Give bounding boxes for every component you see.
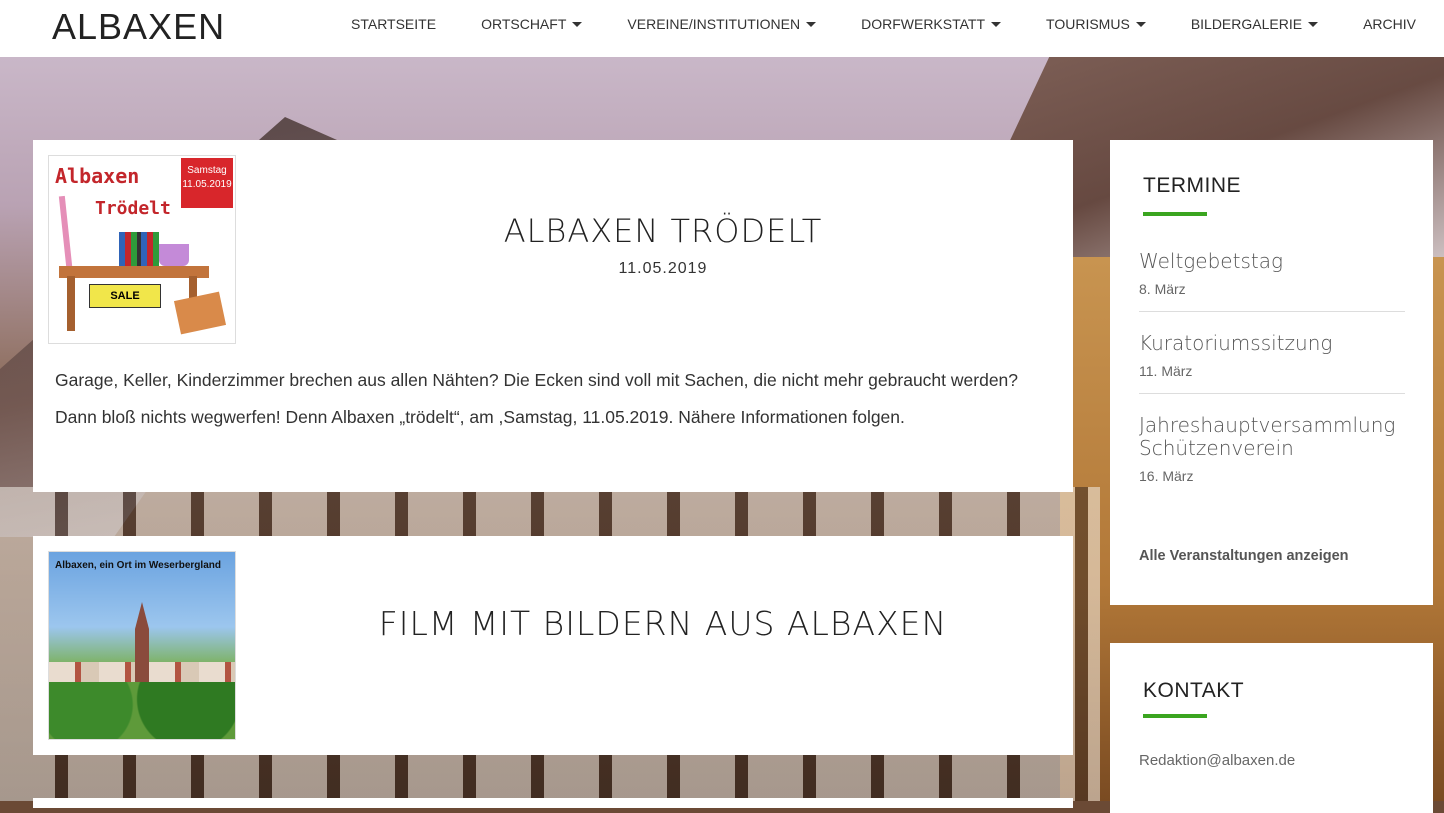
nav-item-startseite[interactable]: STARTSEITE: [351, 16, 436, 32]
nav-item-archiv[interactable]: ARCHIV: [1363, 16, 1416, 32]
event-item[interactable]: Jahreshauptversammlung Schützenverein 16…: [1139, 414, 1405, 498]
badge-line: 11.05.2019: [182, 179, 232, 190]
box-illustration: [173, 291, 227, 335]
nav-label: DORFWERKSTATT: [861, 16, 986, 32]
table-leg: [67, 276, 75, 331]
church-tower-illustration: [135, 602, 149, 692]
caret-down-icon: [806, 21, 817, 27]
contact-email[interactable]: Redaktion@albaxen.de: [1139, 752, 1295, 769]
nav-label: ARCHIV: [1363, 16, 1416, 32]
thumb-caption: Albaxen, ein Ort im Weserbergland: [55, 560, 221, 571]
post-card-partial: [33, 798, 1073, 808]
title-underline: [1143, 714, 1207, 718]
event-title[interactable]: Weltgebetstag: [1139, 250, 1405, 273]
nav-label: VEREINE/INSTITUTIONEN: [627, 16, 801, 32]
all-events-link[interactable]: Alle Veranstaltungen anzeigen: [1139, 548, 1349, 564]
widget-title: KONTAKT: [1143, 679, 1245, 702]
nav-label: BILDERGALERIE: [1190, 16, 1303, 32]
thumb-label: Albaxen: [55, 164, 140, 188]
post-title[interactable]: ALBAXEN TRÖDELT: [253, 212, 1073, 250]
nav-item-bildergalerie[interactable]: BILDERGALERIE: [1190, 16, 1319, 32]
nav-label: TOURISMUS: [1046, 16, 1130, 32]
site-logo[interactable]: ALBAXEN: [52, 6, 225, 48]
caret-down-icon: [1135, 21, 1146, 27]
post-excerpt: Garage, Keller, Kinderzimmer brechen aus…: [55, 370, 1019, 427]
date-badge: Samstag 11.05.2019: [181, 158, 233, 208]
post-title[interactable]: FILM MIT BILDERN AUS ALBAXEN: [253, 604, 1073, 643]
nav-item-dorfwerkstatt[interactable]: DORFWERKSTATT: [861, 16, 1002, 32]
main-nav: STARTSEITE ORTSCHAFT VEREINE/INSTITUTION…: [351, 16, 1416, 32]
trees-illustration: [49, 682, 235, 739]
caret-down-icon: [1308, 21, 1319, 27]
caret-down-icon: [572, 21, 583, 27]
event-list: Weltgebetstag 8. März Kuratoriumssitzung…: [1139, 250, 1405, 518]
event-title[interactable]: Jahreshauptversammlung Schützenverein: [1139, 414, 1405, 460]
post-thumbnail[interactable]: Albaxen Trödelt Samstag 11.05.2019 SALE: [48, 155, 236, 344]
nav-item-ortschaft[interactable]: ORTSCHAFT: [481, 16, 583, 32]
event-date: 11. März: [1139, 363, 1193, 379]
books-illustration: [119, 232, 159, 266]
nav-label: STARTSEITE: [351, 16, 437, 32]
table-illustration: [59, 266, 209, 278]
post-thumbnail[interactable]: Albaxen, ein Ort im Weserbergland: [48, 551, 236, 740]
ski-illustration: [58, 195, 74, 277]
site-header: ALBAXEN STARTSEITE ORTSCHAFT VEREINE/INS…: [0, 0, 1444, 57]
post-date: 11.05.2019: [618, 260, 708, 277]
widget-title: TERMINE: [1143, 174, 1241, 197]
pot-illustration: [159, 244, 189, 266]
nav-item-vereine[interactable]: VEREINE/INSTITUTIONEN: [627, 16, 817, 32]
thumb-label: Trödelt: [95, 198, 171, 219]
kontakt-widget: KONTAKT Redaktion@albaxen.de: [1110, 643, 1433, 813]
event-item[interactable]: Kuratoriumssitzung 11. März: [1139, 332, 1405, 394]
post-card: Albaxen, ein Ort im Weserbergland FILM M…: [33, 536, 1073, 755]
event-item[interactable]: Weltgebetstag 8. März: [1139, 250, 1405, 312]
badge-line: Samstag: [187, 165, 227, 176]
event-date: 8. März: [1139, 281, 1186, 297]
nav-item-tourismus[interactable]: TOURISMUS: [1046, 16, 1146, 32]
nav-label: ORTSCHAFT: [481, 16, 567, 32]
event-title[interactable]: Kuratoriumssitzung: [1139, 332, 1405, 355]
title-underline: [1143, 212, 1207, 216]
sale-sign: SALE: [89, 284, 161, 308]
caret-down-icon: [991, 21, 1002, 27]
event-date: 16. März: [1139, 468, 1194, 484]
post-card: Albaxen Trödelt Samstag 11.05.2019 SALE …: [33, 140, 1073, 492]
termine-widget: TERMINE Weltgebetstag 8. März Kuratorium…: [1110, 140, 1433, 605]
